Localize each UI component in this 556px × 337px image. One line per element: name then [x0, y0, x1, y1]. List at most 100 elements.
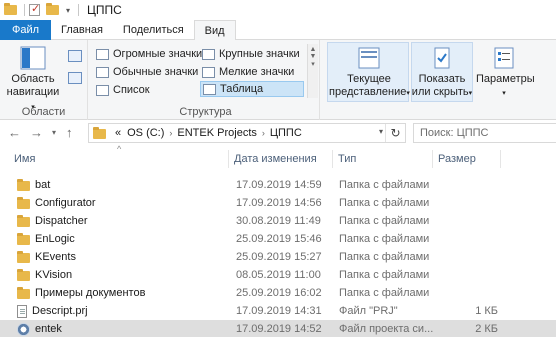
file-name-cell[interactable]: bat: [14, 176, 226, 194]
column-header-date[interactable]: Дата изменения: [234, 150, 317, 168]
column-header-type[interactable]: Тип: [338, 150, 356, 168]
recent-locations-icon[interactable]: ▾: [52, 128, 56, 137]
tab-share[interactable]: Поделиться: [113, 20, 194, 40]
title-bar: ▾ ЦППС: [0, 0, 556, 20]
layout-small-icons[interactable]: Мелкие значки: [202, 64, 294, 80]
small-icons-icon: [202, 66, 215, 78]
layout-scroll[interactable]: ▲ ▼ ▾: [307, 44, 318, 98]
tab-view[interactable]: Вид: [193, 20, 236, 41]
file-size: [440, 248, 498, 266]
file-size: [440, 266, 498, 284]
table-row[interactable]: Dispatcher 30.08.2019 11:49 Папка с файлам…: [0, 212, 556, 230]
chevron-down-icon[interactable]: ▾: [379, 127, 383, 136]
chevron-down-icon: ▾: [502, 90, 506, 97]
file-name-cell[interactable]: KVision: [14, 266, 226, 284]
forward-icon[interactable]: →: [30, 125, 43, 140]
file-size: [440, 230, 498, 248]
properties-icon[interactable]: [29, 2, 40, 16]
panes-group: Область навигации ▾ Области: [0, 40, 88, 120]
folder-icon: [93, 127, 106, 139]
layout-details[interactable]: Таблица: [200, 81, 304, 97]
layout-list[interactable]: Список: [96, 82, 150, 98]
column-divider[interactable]: [500, 150, 501, 168]
layout-item-label: Крупные значки: [219, 48, 300, 60]
file-size: 1 КБ: [475, 305, 498, 317]
preview-pane-icon[interactable]: [68, 50, 82, 62]
table-row[interactable]: Примеры документов 25.09.2019 16:02 Папка …: [0, 284, 556, 302]
address-bar[interactable]: « OS (C:) › ENTEK Projects › ЦППС ▾ ↻: [88, 123, 406, 143]
up-icon[interactable]: ↑: [66, 125, 73, 140]
column-divider[interactable]: [432, 150, 433, 168]
file-name-cell[interactable]: EnLogic: [14, 230, 226, 248]
large-icons-icon: [202, 48, 215, 60]
modified-date: 17.09.2019 14:59: [236, 179, 322, 191]
table-row[interactable]: Configurator 17.09.2019 14:56 Папка с файл…: [0, 194, 556, 212]
show-hide-button[interactable]: Показать или скрыть▾: [411, 46, 473, 100]
folder-icon: [17, 215, 30, 227]
chevron-down-icon[interactable]: ▾: [66, 6, 70, 15]
current-view-label-2: представление: [329, 86, 407, 98]
file-type: Папка с файлами: [339, 233, 430, 245]
folder-icon: [4, 2, 17, 16]
sort-ascending-icon: ^: [117, 144, 122, 154]
modified-date: 17.09.2019 14:56: [236, 197, 322, 209]
modified-date: 25.09.2019 15:27: [236, 251, 322, 263]
chevron-right-icon[interactable]: ›: [169, 128, 172, 138]
layout-item-label: Огромные значки: [113, 48, 203, 60]
column-divider[interactable]: [228, 150, 229, 168]
column-header-size[interactable]: Размер: [438, 150, 476, 168]
breadcrumb-overflow[interactable]: «: [115, 127, 121, 139]
table-row[interactable]: bat 17.09.2019 14:59 Папка с файлами: [0, 176, 556, 194]
back-icon[interactable]: ←: [8, 125, 21, 140]
navigation-pane-button[interactable]: Область навигации ▾: [4, 46, 62, 114]
details-pane-icon[interactable]: [68, 72, 82, 84]
layout-item-label: Мелкие значки: [219, 66, 295, 78]
file-name-cell[interactable]: entek: [14, 320, 226, 337]
column-divider[interactable]: [332, 150, 333, 168]
folder-icon: [17, 179, 30, 191]
breadcrumb-drive[interactable]: OS (C:): [127, 127, 164, 139]
ribbon-tabs: Файл Главная Поделиться Вид: [0, 20, 556, 41]
file-name-cell[interactable]: Descript.prj: [14, 302, 226, 320]
options-button[interactable]: Параметры ▾: [476, 46, 535, 100]
folder-icon: [17, 233, 30, 245]
layout-medium-icons[interactable]: Обычные значки: [96, 64, 198, 80]
tab-file[interactable]: Файл: [0, 20, 52, 40]
folder-icon: [17, 251, 30, 263]
folder-icon: [17, 197, 30, 209]
file-name-cell[interactable]: Dispatcher: [14, 212, 226, 230]
address-row: ← → ▾ ↑ « OS (C:) › ENTEK Projects › ЦПП…: [0, 121, 556, 145]
layout-large-icons[interactable]: Крупные значки: [202, 46, 300, 62]
list-icon: [96, 84, 109, 96]
chevron-right-icon[interactable]: ›: [262, 128, 265, 138]
layout-extra-large-icons[interactable]: Огромные значки: [96, 46, 202, 62]
file-size: [440, 212, 498, 230]
table-row[interactable]: EnLogic 25.09.2019 15:46 Папка с файлами: [0, 230, 556, 248]
file-type: Папка с файлами: [339, 215, 430, 227]
current-view-button[interactable]: Текущее представление▾: [329, 46, 410, 100]
file-name-cell[interactable]: KEvents: [14, 248, 226, 266]
file-name: Configurator: [35, 197, 96, 209]
tab-home[interactable]: Главная: [51, 20, 113, 40]
search-input[interactable]: Поиск: ЦППС: [413, 123, 556, 143]
table-row[interactable]: KVision 08.05.2019 11:00 Папка с файлами: [0, 266, 556, 284]
breadcrumb-entek-projects[interactable]: ENTEK Projects: [177, 127, 256, 139]
table-row[interactable]: entek 17.09.2019 14:52 Файл проекта си... 2…: [0, 320, 556, 337]
navigation-pane-icon: [20, 46, 46, 70]
options-label: Параметры: [476, 73, 535, 85]
refresh-icon[interactable]: ↻: [385, 124, 405, 142]
file-icon: [17, 304, 27, 318]
table-row[interactable]: KEvents 25.09.2019 15:27 Папка с файлами: [0, 248, 556, 266]
breadcrumb-current[interactable]: ЦППС: [270, 127, 302, 139]
table-row[interactable]: Descript.prj 17.09.2019 14:31 Файл "PRJ" 1 …: [0, 302, 556, 320]
medium-icons-icon: [96, 66, 109, 78]
file-name-cell[interactable]: Configurator: [14, 194, 226, 212]
file-type: Папка с файлами: [339, 287, 430, 299]
panes-group-title: Области: [21, 106, 66, 118]
file-name-cell[interactable]: Примеры документов: [14, 284, 226, 302]
layout-group-title: Структура: [179, 106, 232, 118]
navigation-pane-label-2: навигации: [6, 86, 60, 98]
divider: [78, 4, 80, 16]
new-folder-icon[interactable]: [46, 2, 59, 16]
column-header-name[interactable]: Имя: [14, 150, 35, 168]
